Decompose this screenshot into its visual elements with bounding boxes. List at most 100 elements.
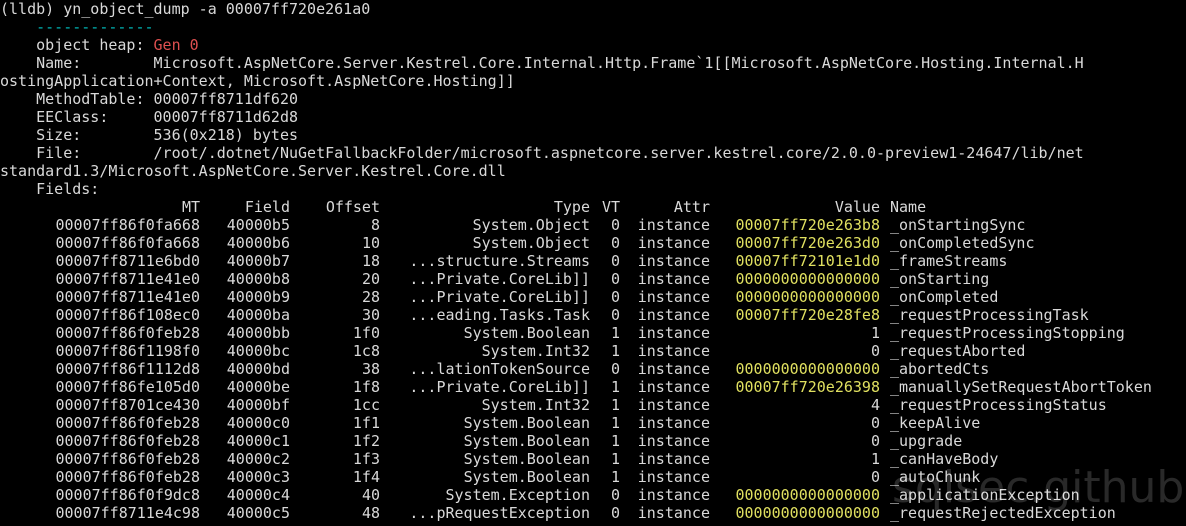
- command-line: (lldb) yn_object_dump -a 00007ff720e261a…: [0, 0, 371, 18]
- field-type: ...eading.Tasks.Task: [409, 306, 590, 324]
- field-mt: 00007ff86f0fa668: [55, 234, 201, 252]
- field-type: System.Boolean: [463, 432, 590, 450]
- table-row: 00007ff86fe105d0 40000be 1f8 ...Private.Cor…: [0, 378, 1186, 396]
- field-name: _onCompletedSync: [890, 234, 1035, 252]
- field-attr: instance: [637, 432, 710, 450]
- table-row: 00007ff86f0fa668 40000b6 10 System.Object 0 i…: [0, 234, 1186, 252]
- field-name: _requestAborted: [890, 342, 1026, 360]
- field-mt: 00007ff86f0feb28: [55, 468, 201, 486]
- field-attr: instance: [637, 234, 710, 252]
- field-mt: 00007ff86fe105d0: [55, 378, 201, 396]
- field-offset: 10: [361, 234, 380, 252]
- field-vt: 0: [610, 306, 620, 324]
- field-name: _autoChunk: [890, 468, 981, 486]
- field-vt: 1: [610, 378, 620, 396]
- table-row: 00007ff86f0feb28 40000c1 1f2 System.Boolean…: [0, 432, 1186, 450]
- field-offset: 38: [361, 360, 380, 378]
- table-row: 00007ff86f0feb28 40000c3 1f4 System.Boolean…: [0, 468, 1186, 486]
- field-vt: 1: [610, 396, 620, 414]
- field-token: 40000b7: [226, 252, 290, 270]
- field-mt: 00007ff86f0feb28: [55, 414, 201, 432]
- field-offset: 1cc: [352, 396, 380, 414]
- table-row: 00007ff8711e41e0 40000b9 28 ...Private.Core…: [0, 288, 1186, 306]
- field-vt: 1: [610, 414, 620, 432]
- field-value: 00007ff72101e1d0: [735, 252, 881, 270]
- field-name: _onStarting: [890, 270, 990, 288]
- field-type: System.Object: [472, 216, 590, 234]
- fields-table: MT Field Offset Type VT Attr Value Name …: [0, 198, 1186, 522]
- field-type: System.Boolean: [463, 468, 590, 486]
- column-header-mt: MT: [181, 198, 200, 216]
- field-token: 40000c0: [226, 414, 290, 432]
- field-mt: 00007ff86f1198f0: [55, 342, 201, 360]
- field-value: 00007ff720e28fe8: [735, 306, 881, 324]
- field-token: 40000b8: [226, 270, 290, 288]
- field-attr: instance: [637, 216, 710, 234]
- table-row: 00007ff8711e41e0 40000b8 20 ...Private.Core…: [0, 270, 1186, 288]
- terminal-window[interactable]: (lldb) yn_object_dump -a 00007ff720e261a…: [0, 0, 1186, 526]
- field-name: _manuallySetRequestAbortToken: [890, 378, 1152, 396]
- field-token: 40000c1: [226, 432, 290, 450]
- field-mt: 00007ff8701ce430: [55, 396, 201, 414]
- table-row: 00007ff86f0feb28 40000c2 1f3 System.Boolean…: [0, 450, 1186, 468]
- field-mt: 00007ff86f1112d8: [55, 360, 201, 378]
- field-mt: 00007ff86f0feb28: [55, 324, 201, 342]
- object-heap-line: object heap: Gen 0: [0, 36, 1186, 54]
- file-line-1: File: /root/.dotnet/NuGetFallbackFolder/…: [0, 144, 1084, 162]
- field-name: _onStartingSync: [890, 216, 1026, 234]
- field-token: 40000bf: [226, 396, 290, 414]
- field-attr: instance: [637, 504, 710, 522]
- field-offset: 1f3: [352, 450, 380, 468]
- field-type: ...pRequestException: [409, 504, 590, 522]
- field-type: ...structure.Streams: [409, 252, 590, 270]
- field-value: 1: [870, 324, 880, 342]
- field-attr: instance: [637, 270, 710, 288]
- field-vt: 1: [610, 324, 620, 342]
- field-mt: 00007ff8711e6bd0: [55, 252, 201, 270]
- table-row: 00007ff8701ce430 40000bf 1cc System.Int32 1 i…: [0, 396, 1186, 414]
- field-value: 0000000000000000: [735, 360, 881, 378]
- field-value: 0000000000000000: [735, 270, 881, 288]
- field-offset: 18: [361, 252, 380, 270]
- field-mt: 00007ff8711e4c98: [55, 504, 201, 522]
- field-token: 40000bd: [226, 360, 290, 378]
- field-token: 40000bc: [226, 342, 290, 360]
- field-token: 40000be: [226, 378, 290, 396]
- field-type: System.Boolean: [463, 324, 590, 342]
- field-offset: 1f8: [352, 378, 380, 396]
- field-offset: 1f2: [352, 432, 380, 450]
- field-name: _requestProcessingStopping: [890, 324, 1125, 342]
- field-type: ...Private.CoreLib]]: [409, 288, 590, 306]
- column-header-value: Value: [834, 198, 880, 216]
- table-row: 00007ff86f1112d8 40000bd 38 ...lationTokenS…: [0, 360, 1186, 378]
- field-vt: 1: [610, 450, 620, 468]
- field-attr: instance: [637, 414, 710, 432]
- field-attr: instance: [637, 360, 710, 378]
- field-value: 0: [870, 414, 880, 432]
- field-mt: 00007ff86f0f9dc8: [55, 486, 201, 504]
- field-value: 0: [870, 468, 880, 486]
- field-name: _keepAlive: [890, 414, 981, 432]
- field-vt: 0: [610, 234, 620, 252]
- field-token: 40000b6: [226, 234, 290, 252]
- field-mt: 00007ff8711e41e0: [55, 288, 201, 306]
- field-name: _frameStreams: [890, 252, 1008, 270]
- field-offset: 40: [361, 486, 380, 504]
- name-line-1: Name: Microsoft.AspNetCore.Server.Kestre…: [0, 54, 1084, 72]
- table-row: 00007ff86f0f9dc8 40000c4 40 System.Exceptio…: [0, 486, 1186, 504]
- field-name: _abortedCts: [890, 360, 990, 378]
- field-mt: 00007ff86f0feb28: [55, 432, 201, 450]
- fields-table-header: MT Field Offset Type VT Attr Value Name: [0, 198, 1186, 216]
- field-name: _onCompleted: [890, 288, 999, 306]
- fields-label: Fields:: [0, 180, 100, 198]
- field-type: System.Int32: [481, 342, 590, 360]
- field-vt: 0: [610, 504, 620, 522]
- field-value: 0000000000000000: [735, 486, 881, 504]
- column-header-type: Type: [553, 198, 590, 216]
- field-mt: 00007ff8711e41e0: [55, 270, 201, 288]
- object-heap-label: object heap:: [0, 36, 154, 54]
- field-attr: instance: [637, 342, 710, 360]
- field-vt: 0: [610, 252, 620, 270]
- field-offset: 20: [361, 270, 380, 288]
- column-header-vt: VT: [601, 198, 620, 216]
